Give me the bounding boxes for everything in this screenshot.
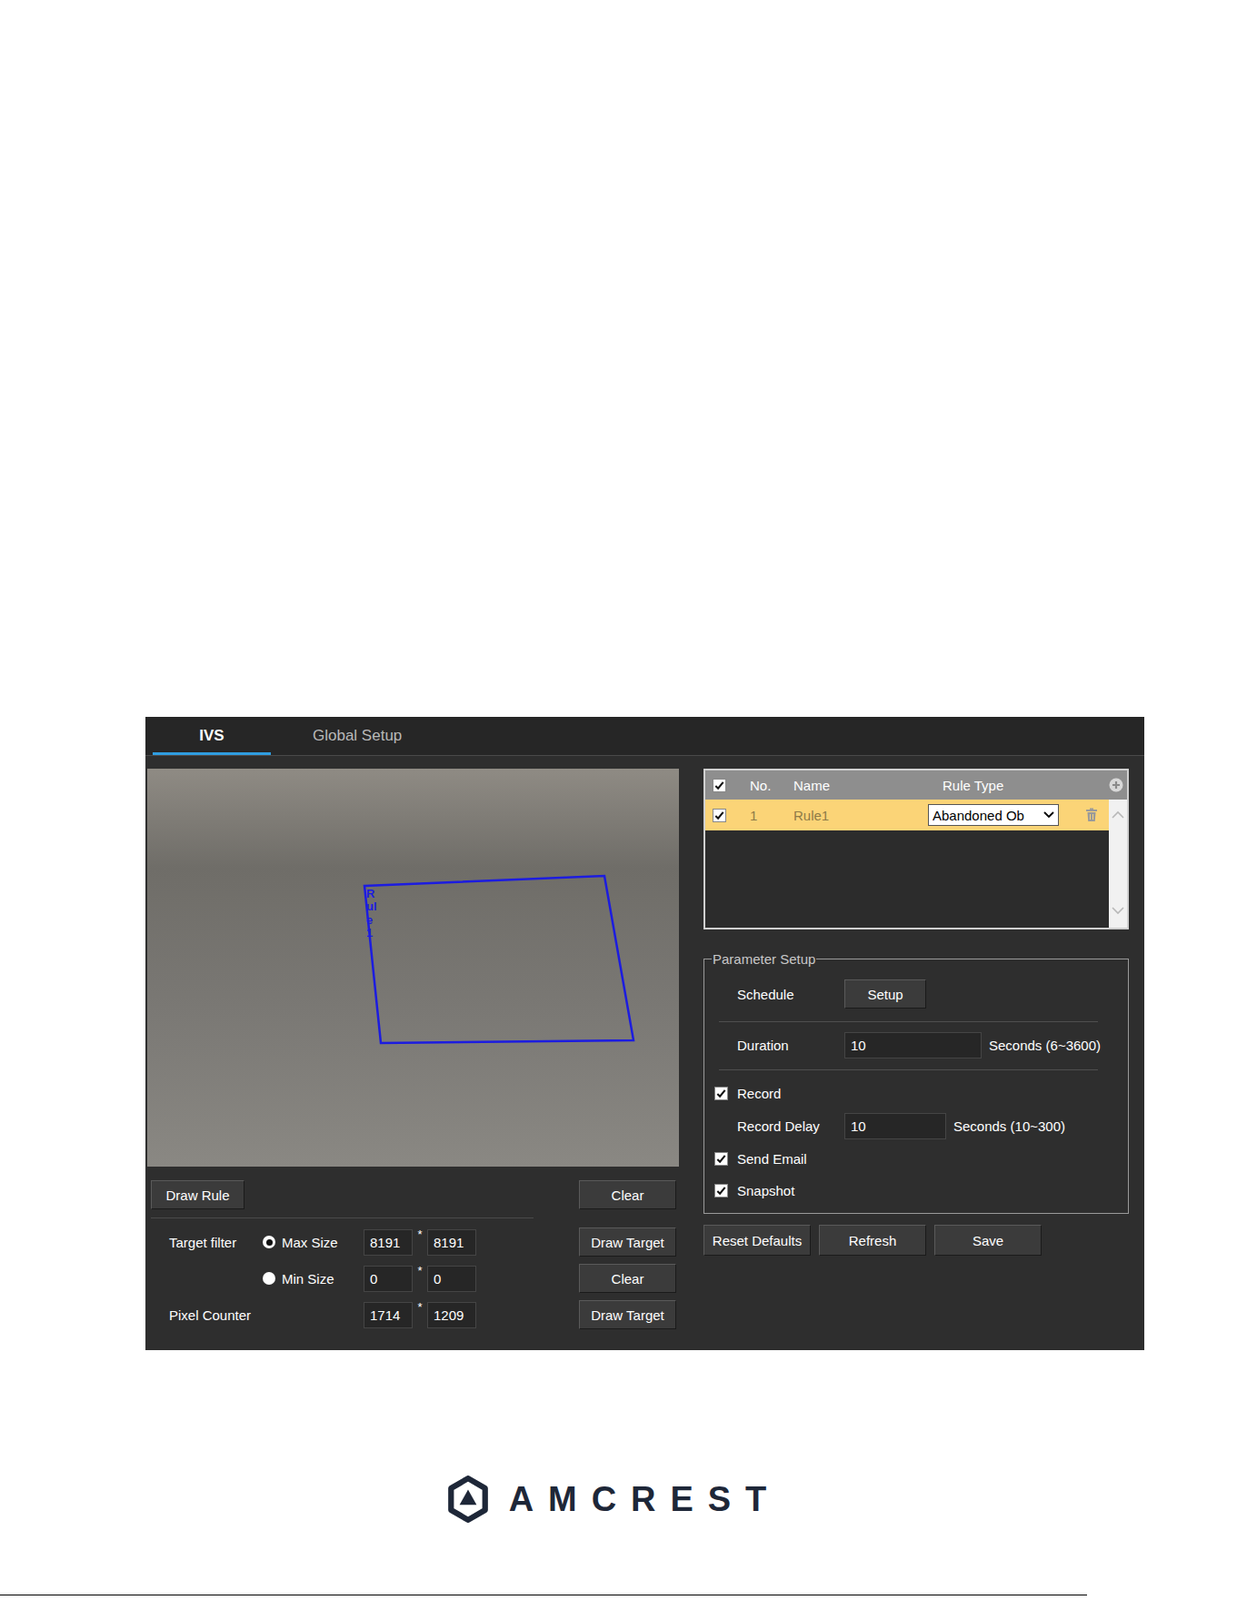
duration-hint: Seconds (6~3600) [988,1037,1101,1054]
duration-label: Duration [737,1037,845,1054]
separator-star: * [412,1227,428,1242]
pixel-width-input[interactable]: 1714 [363,1302,413,1329]
separator [718,1021,1098,1023]
page-rule [0,1595,1088,1597]
parameter-setup: Parameter Setup Schedule Setup Duration … [703,951,1129,1215]
target-button[interactable]: Clear [578,1264,677,1294]
scrollbar[interactable] [1108,799,1128,928]
duration-input[interactable]: 10 [844,1032,982,1059]
column-header: Rule Type [927,778,1075,794]
logo-text: AMCREST [508,1480,782,1520]
select-all-checkbox[interactable] [712,778,727,793]
tab[interactable]: IVS [152,717,271,756]
radio-button[interactable] [262,1236,276,1249]
action-button[interactable]: Reset Defaults [703,1225,811,1257]
pixel-draw-target-button[interactable]: Draw Target [578,1300,677,1330]
record-delay-hint: Seconds (10~300) [953,1118,1066,1135]
parameter-setup-legend: Parameter Setup [711,951,817,968]
table-row[interactable]: 1 Rule1 Abandoned Ob [705,799,1109,831]
action-button[interactable]: Save [934,1225,1042,1257]
column-header: No. [741,778,794,794]
check-icon [715,1087,728,1100]
size-width-input[interactable]: 8191 [363,1229,413,1257]
record-checkbox[interactable] [714,1087,729,1101]
size-height-input[interactable]: 0 [427,1266,477,1293]
tab[interactable]: Global Setup [292,717,422,756]
action-button[interactable]: Refresh [818,1225,927,1257]
rule-name[interactable]: Rule1 [793,808,928,824]
chevron-down-icon [1043,811,1055,819]
record-delay-label: Record Delay [737,1118,845,1135]
row-checkbox[interactable] [712,808,727,823]
size-radio[interactable]: Min Size [262,1271,364,1287]
send-email-option[interactable]: Send Email [704,1145,1128,1173]
snapshot-checkbox[interactable] [714,1184,729,1198]
separator-star: * [412,1300,428,1315]
rule-label: Rule1 [366,887,379,940]
clear-rule-button[interactable]: Clear [578,1180,677,1210]
check-icon [715,1185,728,1198]
check-icon [715,1153,728,1166]
rules-table: No. Name Rule Type 1 Rule1 Abandoned Ob [703,768,1129,930]
table-header: No. Name Rule Type [705,770,1128,800]
rule-region[interactable] [147,768,679,1168]
add-rule-icon[interactable] [1108,778,1124,793]
document-page: IVS Global Setup Rule1 Draw Rule Clear Ta… [0,0,1237,1600]
scroll-up-icon[interactable] [1111,810,1125,819]
trash-icon[interactable] [1085,808,1098,823]
action-buttons: Reset DefaultsRefreshSave [703,1225,1129,1257]
pixel-counter-label: Pixel Counter [169,1307,364,1324]
size-height-input[interactable]: 8191 [427,1229,477,1257]
separator [718,1069,1098,1071]
tab-bar: IVS Global Setup [145,717,1145,757]
record-option[interactable]: Record [704,1079,1128,1108]
radio-button[interactable] [262,1272,276,1286]
pixel-height-input[interactable]: 1209 [427,1302,477,1329]
schedule-label: Schedule [737,987,845,1003]
rule-type-select[interactable]: Abandoned Ob [927,804,1059,827]
size-width-input[interactable]: 0 [363,1266,413,1293]
snapshot-option[interactable]: Snapshot [704,1177,1128,1205]
target-button[interactable]: Draw Target [578,1227,677,1257]
column-header: Name [793,778,928,794]
record-delay-input[interactable]: 10 [844,1113,947,1140]
draw-rule-button[interactable]: Draw Rule [150,1180,245,1210]
video-preview[interactable]: Rule1 [147,768,679,1168]
target-filter: Target filter Max Size 8191 * 8191 Draw … [147,1227,677,1330]
amcrest-logo-icon [447,1476,489,1524]
rule-number: 1 [741,808,794,824]
separator-star: * [412,1264,428,1278]
footer-logo: AMCREST [0,1474,1237,1526]
send-email-checkbox[interactable] [714,1152,729,1167]
separator [150,1217,534,1219]
scroll-down-icon[interactable] [1111,907,1125,916]
size-radio[interactable]: Max Size [262,1235,364,1251]
schedule-setup-button[interactable]: Setup [844,979,927,1009]
target-filter-label: Target filter [169,1235,263,1251]
ivs-settings-panel: IVS Global Setup Rule1 Draw Rule Clear Ta… [145,717,1145,1351]
check-icon [713,809,726,822]
check-icon [713,779,726,792]
